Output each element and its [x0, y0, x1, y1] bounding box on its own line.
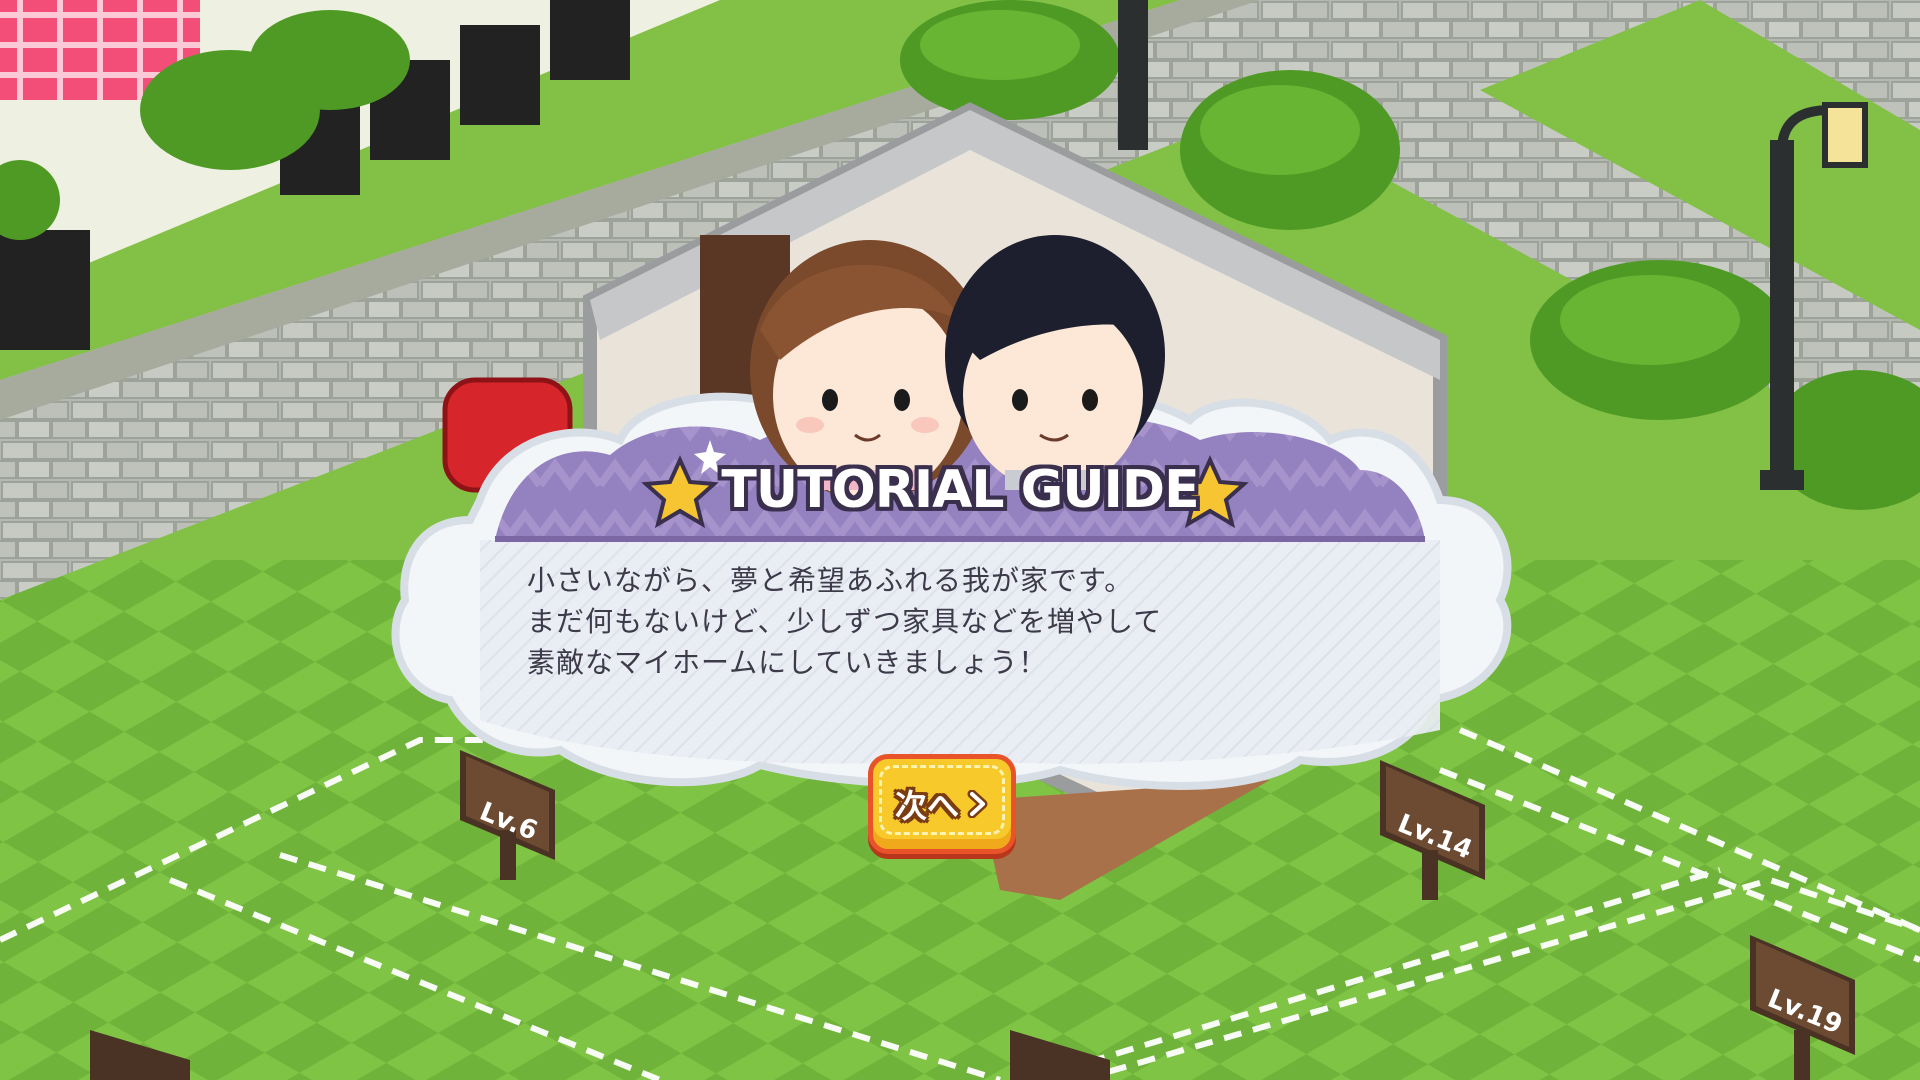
tutorial-title: TUTORIAL GUIDE: [721, 460, 1199, 520]
tutorial-message-line: まだ何もないけど、少しずつ家具などを増やして: [527, 605, 1163, 638]
chevron-right-icon: [967, 790, 988, 818]
next-button-label: 次へ: [894, 787, 959, 825]
next-button[interactable]: 次へ: [868, 754, 1016, 854]
tutorial-message-line: 小さいながら、夢と希望あふれる我が家です。: [527, 564, 1134, 597]
tutorial-message: 小さいながら、夢と希望あふれる我が家です。 まだ何もないけど、少しずつ家具などを…: [527, 560, 1347, 683]
tutorial-message-line: 素敵なマイホームにしていきましょう！: [527, 646, 1048, 679]
tutorial-guide-dialog: [391, 235, 1512, 791]
